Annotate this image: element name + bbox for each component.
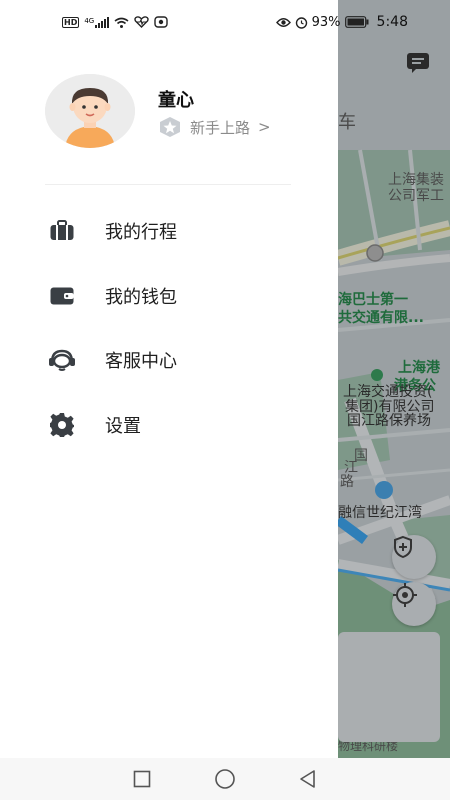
user-level-text: 新手上路 (190, 118, 251, 137)
level-badge-icon (160, 117, 180, 137)
divider (45, 184, 291, 185)
navigation-drawer: 童心 新手上路 > 我的行程 我的钱包 客服中心 设置 (0, 0, 338, 758)
user-name[interactable]: 童心 (158, 86, 194, 112)
chevron-right-icon: > (258, 118, 271, 136)
crosshair-icon (393, 583, 417, 607)
shield-plus-icon (394, 535, 412, 559)
menu-item-wallet[interactable]: 我的钱包 (45, 276, 315, 316)
map-poi-label: 上海港 (398, 360, 440, 376)
back-button[interactable] (293, 764, 323, 794)
headset-icon (45, 343, 79, 377)
map-poi-label: 上海交通投资( (343, 384, 433, 400)
wallet-icon (45, 279, 79, 313)
avatar[interactable] (45, 74, 135, 148)
menu-label: 设置 (105, 416, 141, 437)
map-road-label: 路 (340, 474, 354, 490)
menu-item-customer-service[interactable]: 客服中心 (45, 340, 315, 380)
avatar-boy-icon (45, 74, 135, 148)
hd-badge: HD (62, 16, 80, 28)
menu-label: 客服中心 (105, 351, 177, 372)
map-bottom-card[interactable] (338, 632, 440, 742)
recents-button[interactable] (127, 764, 157, 794)
menu-item-settings[interactable]: 设置 (45, 405, 315, 445)
system-nav-bar (0, 758, 450, 800)
home-button[interactable] (210, 764, 240, 794)
gear-icon (45, 408, 79, 442)
back-triangle-icon (300, 770, 316, 788)
eye-icon (275, 17, 291, 27)
map-poi-label: 上海集装 (388, 172, 444, 188)
map-poi-label: 融信世纪江湾 (338, 505, 422, 521)
map-poi-label: 国江路保养场 (347, 413, 431, 429)
wifi-icon (114, 17, 129, 28)
shield-status-icon (154, 16, 168, 28)
signal-icon: 4G (84, 16, 110, 28)
user-level-link[interactable]: 新手上路 > (158, 116, 271, 138)
locate-button[interactable] (392, 582, 436, 626)
luggage-icon (45, 214, 79, 248)
battery-icon (344, 16, 369, 28)
status-left: HD 4G (62, 16, 276, 28)
status-right: 93% 5:48 (275, 14, 408, 30)
status-bar: HD 4G 93% 5:48 (0, 0, 450, 44)
map-poi-label: 公司军工 (388, 188, 444, 204)
alarm-icon (295, 16, 307, 29)
heart-rate-icon (134, 16, 149, 28)
menu-label: 我的行程 (105, 222, 177, 243)
safety-shield-button[interactable] (392, 535, 436, 579)
map-poi-label: 海巴士第一 (338, 292, 408, 308)
map-poi-label: 共交通有限... (338, 310, 424, 326)
menu-label: 我的钱包 (105, 287, 177, 308)
menu-item-trips[interactable]: 我的行程 (45, 211, 315, 251)
recents-square-icon (133, 770, 150, 788)
clock: 5:48 (376, 14, 408, 30)
map-tab-label: 车 (338, 112, 356, 133)
home-circle-icon (215, 769, 235, 789)
battery-percent: 93% (311, 14, 341, 30)
